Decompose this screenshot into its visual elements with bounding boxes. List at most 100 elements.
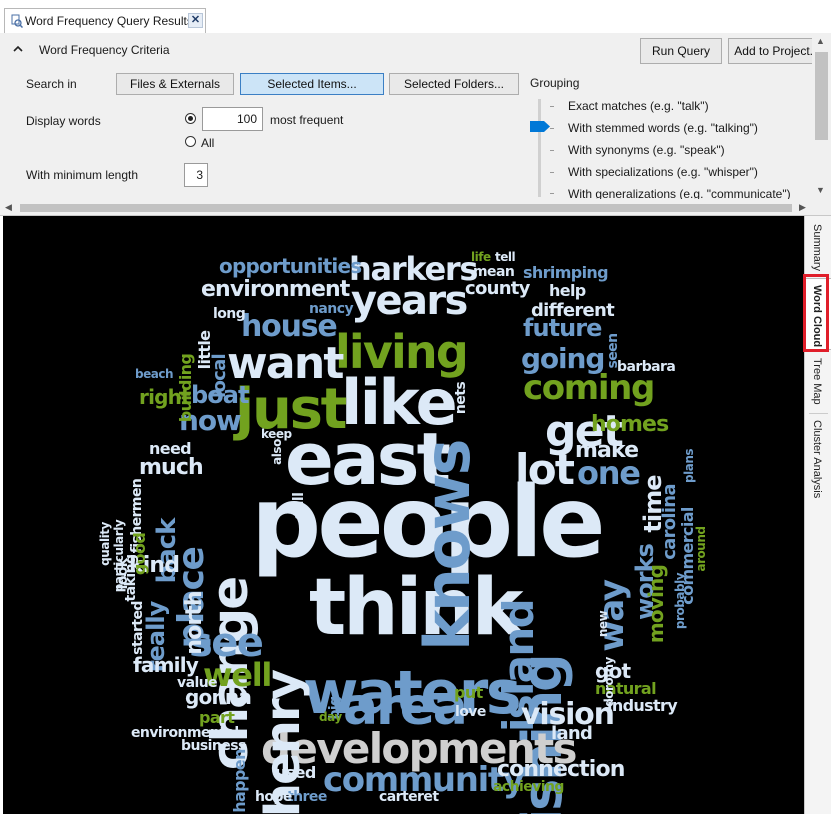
grouping-label: Grouping [530, 76, 580, 90]
cloud-word[interactable]: probably [673, 572, 687, 629]
tab-cluster-analysis-label: Cluster Analysis [811, 420, 823, 499]
cloud-word[interactable]: shrimping [523, 263, 609, 282]
cloud-word[interactable]: mean [473, 264, 515, 280]
query-results-icon [11, 14, 23, 28]
slider-tick [550, 172, 554, 173]
cloud-word[interactable]: plans [682, 449, 696, 483]
grouping-option-exact[interactable]: Exact matches (e.g. "talk") [568, 99, 709, 113]
cloud-word[interactable]: knows [411, 441, 484, 651]
cloud-word[interactable]: new [596, 610, 610, 637]
cloud-word[interactable]: seen [605, 333, 621, 368]
cloud-word[interactable]: put [454, 683, 484, 702]
cloud-word[interactable]: going [521, 342, 605, 375]
selected-items-button[interactable]: Selected Items... [240, 73, 384, 95]
slider-tick [550, 106, 554, 107]
cloud-word[interactable]: nets [453, 382, 469, 414]
cloud-word[interactable]: around [694, 526, 708, 571]
cloud-word[interactable]: three [287, 789, 327, 805]
tab-divider [809, 413, 828, 414]
cloud-word[interactable]: environment [201, 277, 352, 302]
tab-tree-map-label: Tree Map [811, 358, 823, 405]
files-externals-button[interactable]: Files & Externals [116, 73, 234, 95]
scroll-left-arrow-icon[interactable]: ◀ [5, 202, 12, 213]
tab-title: Word Frequency Query Results [25, 14, 193, 28]
grouping-option-specializations[interactable]: With specializations (e.g. "whisper") [568, 165, 758, 179]
cloud-word[interactable]: industry [607, 696, 679, 715]
most-frequent-radio[interactable] [185, 113, 196, 124]
document-tab-strip: Word Frequency Query Results ✕ [0, 0, 831, 34]
criteria-title: Word Frequency Criteria [39, 43, 170, 57]
cloud-word[interactable]: moving [644, 565, 668, 643]
cloud-word[interactable]: life [471, 250, 491, 264]
scroll-right-arrow-icon[interactable]: ▶ [799, 202, 806, 213]
selected-folders-button[interactable]: Selected Folders... [389, 73, 519, 95]
scroll-up-arrow-icon[interactable]: ▲ [816, 36, 825, 46]
cloud-word[interactable]: family [133, 653, 200, 677]
cloud-word[interactable]: help [549, 281, 586, 300]
cloud-word[interactable]: nancy [309, 301, 354, 317]
word-cloud: peopleeastthinklikewatersknowsfishingare… [98, 250, 708, 814]
cloud-word[interactable]: carolina [659, 484, 680, 560]
cloud-word[interactable]: used [275, 763, 316, 782]
tab-summary-label: Summary [811, 224, 823, 272]
tab-word-cloud[interactable]: Word Cloud [805, 278, 831, 350]
grouping-slider-track[interactable] [538, 99, 541, 197]
cloud-word[interactable]: day [319, 710, 343, 724]
cloud-word[interactable]: county [465, 278, 531, 299]
cloud-word[interactable]: still [291, 493, 307, 520]
cloud-word[interactable]: land [551, 723, 593, 744]
cloud-word[interactable]: harkers [349, 250, 479, 288]
cloud-word[interactable]: need [149, 439, 192, 458]
cloud-word[interactable]: homes [591, 412, 670, 437]
scroll-down-arrow-icon[interactable]: ▼ [816, 185, 825, 195]
grouping-option-synonyms[interactable]: With synonyms (e.g. "speak") [568, 143, 725, 157]
cloud-word[interactable]: opportunities [219, 254, 362, 278]
display-words-label: Display words [26, 114, 101, 128]
cloud-word[interactable]: started [130, 601, 146, 655]
cloud-word[interactable]: happen [230, 749, 249, 813]
criteria-horizontal-scroll-thumb[interactable] [20, 204, 792, 212]
tab-tree-map[interactable]: Tree Map [805, 354, 831, 412]
cloud-word[interactable]: building [176, 354, 195, 423]
most-frequent-label: most frequent [270, 113, 344, 127]
tab-word-cloud-label: Word Cloud [811, 285, 823, 348]
cloud-word[interactable]: long [213, 306, 246, 322]
view-side-tabs: Summary Word Cloud Tree Map Cluster Anal… [804, 216, 831, 814]
cloud-word[interactable]: make [575, 438, 639, 463]
cloud-word[interactable]: also [270, 439, 284, 465]
minimum-length-label: With minimum length [26, 168, 139, 182]
cloud-word[interactable]: carteret [379, 789, 440, 805]
cloud-word[interactable]: dorothy [602, 656, 616, 706]
cloud-word[interactable]: barbara [617, 359, 676, 375]
cloud-word[interactable]: lot [515, 445, 577, 494]
tab-summary[interactable]: Summary [805, 220, 831, 278]
cloud-word[interactable]: tell [495, 250, 516, 264]
grouping-option-stemmed[interactable]: With stemmed words (e.g. "talking") [568, 121, 758, 135]
cloud-word[interactable]: north [182, 591, 207, 654]
cloud-word[interactable]: little [195, 330, 214, 370]
criteria-vertical-scroll-thumb[interactable] [815, 52, 828, 140]
cloud-word[interactable]: love [455, 704, 486, 720]
slider-tick [550, 193, 554, 194]
cloud-word[interactable]: hope [255, 789, 292, 805]
tab-word-frequency-results[interactable]: Word Frequency Query Results ✕ [4, 8, 206, 33]
cloud-word[interactable]: different [531, 300, 616, 321]
chevron-up-icon[interactable] [12, 43, 24, 55]
slider-tick [550, 128, 554, 129]
minimum-length-input[interactable]: 3 [184, 163, 208, 187]
cloud-word[interactable]: living [335, 325, 469, 379]
close-tab-button[interactable]: ✕ [188, 13, 203, 28]
display-words-count-input[interactable]: 100 [202, 107, 263, 131]
cloud-word[interactable]: look [115, 557, 131, 589]
cloud-word[interactable]: achieving [493, 779, 564, 795]
cloud-word[interactable]: quality [98, 522, 112, 566]
all-words-radio[interactable] [185, 136, 196, 147]
grouping-slider-thumb[interactable] [530, 121, 550, 132]
all-label: All [201, 136, 215, 150]
tab-cluster-analysis[interactable]: Cluster Analysis [805, 416, 831, 504]
cloud-word[interactable]: keep [261, 427, 293, 441]
cloud-word[interactable]: value [177, 675, 218, 691]
run-query-button[interactable]: Run Query [640, 38, 722, 64]
cloud-word[interactable]: much [139, 455, 204, 480]
cloud-word[interactable]: beach [135, 367, 174, 381]
